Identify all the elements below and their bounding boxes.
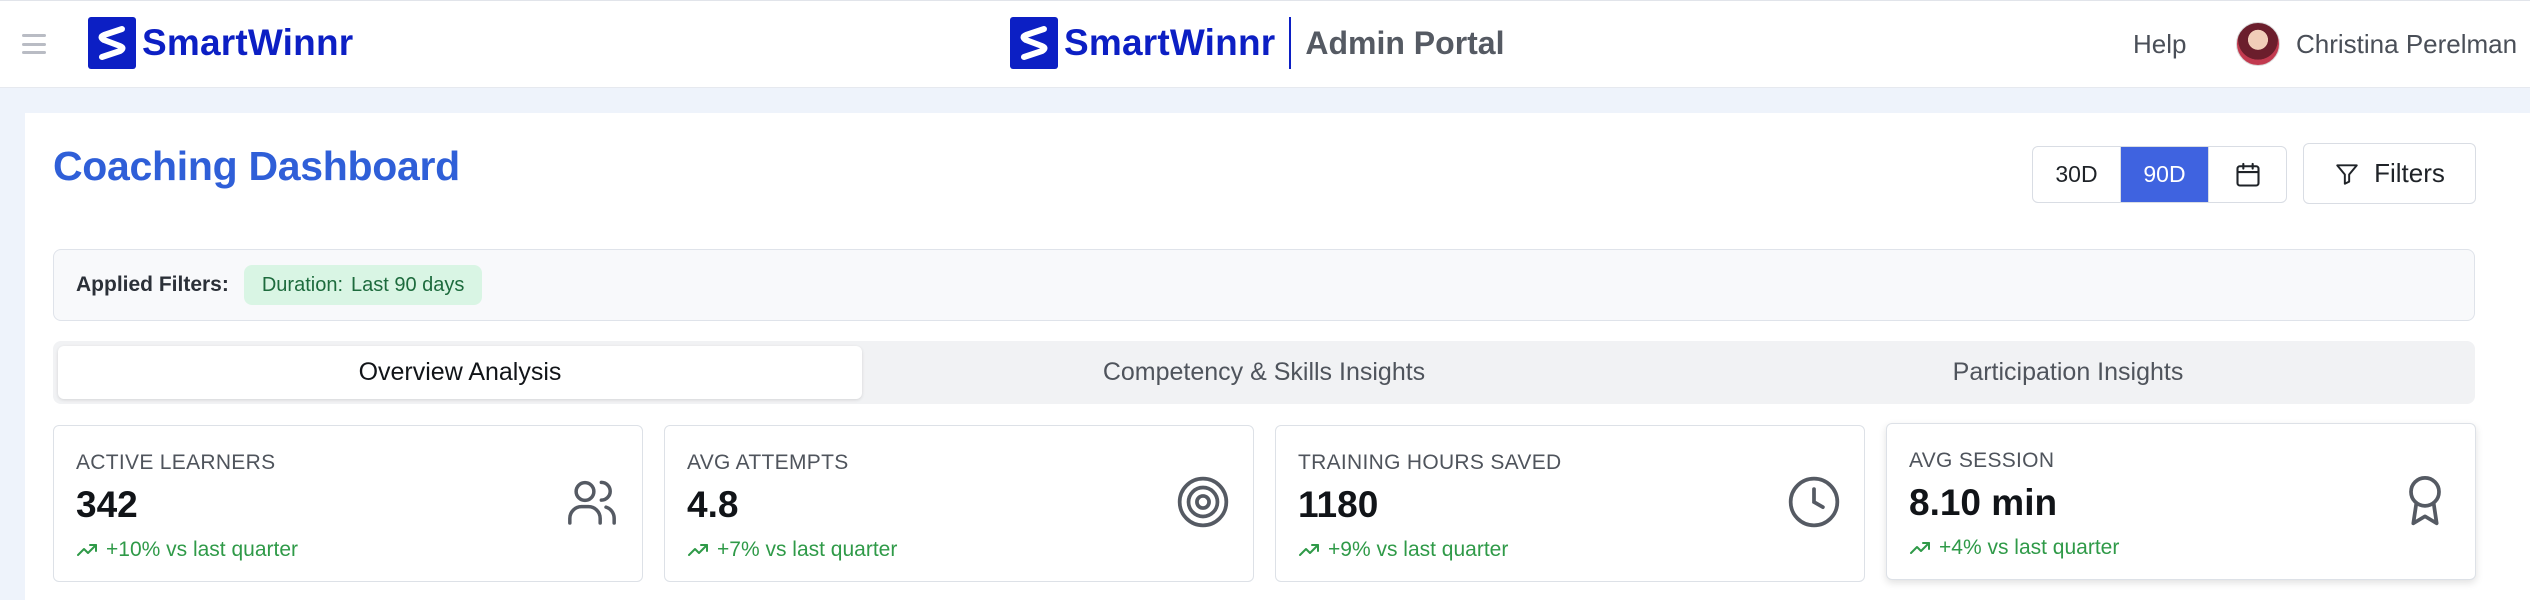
kpi-label: AVG ATTEMPTS	[687, 451, 849, 474]
kpi-delta-text: +9% vs last quarter	[1328, 538, 1509, 561]
kpi-card-training-hours-saved[interactable]: TRAINING HOURS SAVED 1180 +9% vs last qu…	[1275, 425, 1865, 582]
trending-up-icon	[77, 544, 97, 556]
help-link[interactable]: Help	[2133, 29, 2186, 60]
trending-up-icon	[688, 544, 708, 556]
kpi-value: 1180	[1298, 484, 1379, 525]
portal-title: Admin Portal	[1305, 24, 1505, 61]
page-title: Coaching Dashboard	[53, 143, 460, 189]
user-name: Christina Perelman	[2296, 28, 2518, 59]
clock-icon	[1788, 476, 1840, 528]
filters-button[interactable]: Filters	[2303, 143, 2476, 204]
filters-label: Filters	[2374, 158, 2445, 188]
kpi-cards: ACTIVE LEARNERS 342 +10% vs last quarter…	[53, 423, 2476, 582]
chip-value: Last 90 days	[351, 273, 465, 296]
kpi-label: TRAINING HOURS SAVED	[1298, 451, 1562, 474]
trending-up-icon	[1910, 542, 1930, 554]
brand-name: SmartWinnr	[142, 22, 354, 63]
brand-divider	[1289, 17, 1292, 69]
kpi-label: AVG SESSION	[1909, 449, 2055, 472]
tab-competency-skills-insights[interactable]: Competency & Skills Insights	[862, 346, 1666, 399]
kpi-card-avg-attempts[interactable]: AVG ATTEMPTS 4.8 +7% vs last quarter	[664, 425, 1254, 582]
kpi-delta: +10% vs last quarter	[76, 538, 298, 562]
award-icon	[2409, 475, 2441, 526]
kpi-value: 8.10 min	[1909, 482, 2058, 523]
duration-filter-chip[interactable]: Duration: Last 90 days	[243, 265, 483, 305]
kpi-delta: +9% vs last quarter	[1298, 538, 1508, 562]
kpi-value: 4.8	[687, 484, 739, 525]
applied-filters-bar: Applied Filters: Duration: Last 90 days	[53, 249, 2475, 321]
calendar-icon	[2235, 162, 2260, 187]
date-range-toggle: 30D 90D	[2032, 146, 2287, 203]
kpi-label: ACTIVE LEARNERS	[76, 451, 276, 474]
dashboard-tabs: Overview Analysis Competency & Skills In…	[53, 341, 2475, 404]
smartwinnr-logo-icon	[88, 17, 136, 69]
trending-up-icon	[1299, 544, 1319, 556]
applied-filters-label: Applied Filters:	[76, 273, 229, 296]
filter-icon	[2336, 163, 2358, 185]
user-avatar	[2236, 22, 2280, 66]
smartwinnr-logo-icon	[1010, 17, 1058, 69]
user-menu[interactable]: Christina Perelman	[2236, 22, 2517, 66]
range-90d-button[interactable]: 90D	[2121, 147, 2209, 202]
kpi-delta-text: +4% vs last quarter	[1939, 536, 2120, 559]
dashboard-panel: Coaching Dashboard 30D 90D Filters Appli…	[25, 113, 2530, 600]
tab-overview-analysis[interactable]: Overview Analysis	[58, 346, 862, 399]
portal-brand: SmartWinnr Admin Portal	[1010, 17, 1504, 69]
kpi-delta-text: +10% vs last quarter	[106, 538, 299, 561]
kpi-delta: +7% vs last quarter	[687, 538, 897, 562]
kpi-delta-text: +7% vs last quarter	[717, 538, 898, 561]
kpi-value: 342	[76, 484, 138, 525]
target-icon	[1177, 476, 1229, 528]
brand-logo[interactable]: SmartWinnr	[88, 17, 353, 69]
brand-name: SmartWinnr	[1064, 22, 1276, 63]
range-30d-button[interactable]: 30D	[2033, 147, 2121, 202]
hamburger-menu-icon[interactable]	[22, 34, 46, 54]
chip-key: Duration:	[261, 273, 344, 296]
calendar-button[interactable]	[2209, 147, 2286, 202]
kpi-card-avg-session[interactable]: AVG SESSION 8.10 min +4% vs last quarter	[1886, 423, 2476, 580]
top-header: SmartWinnr SmartWinnr Admin Portal Help …	[0, 0, 2530, 88]
kpi-card-active-learners[interactable]: ACTIVE LEARNERS 342 +10% vs last quarter	[53, 425, 643, 582]
tab-participation-insights[interactable]: Participation Insights	[1666, 346, 2470, 399]
kpi-delta: +4% vs last quarter	[1909, 536, 2119, 560]
users-icon	[568, 480, 616, 525]
